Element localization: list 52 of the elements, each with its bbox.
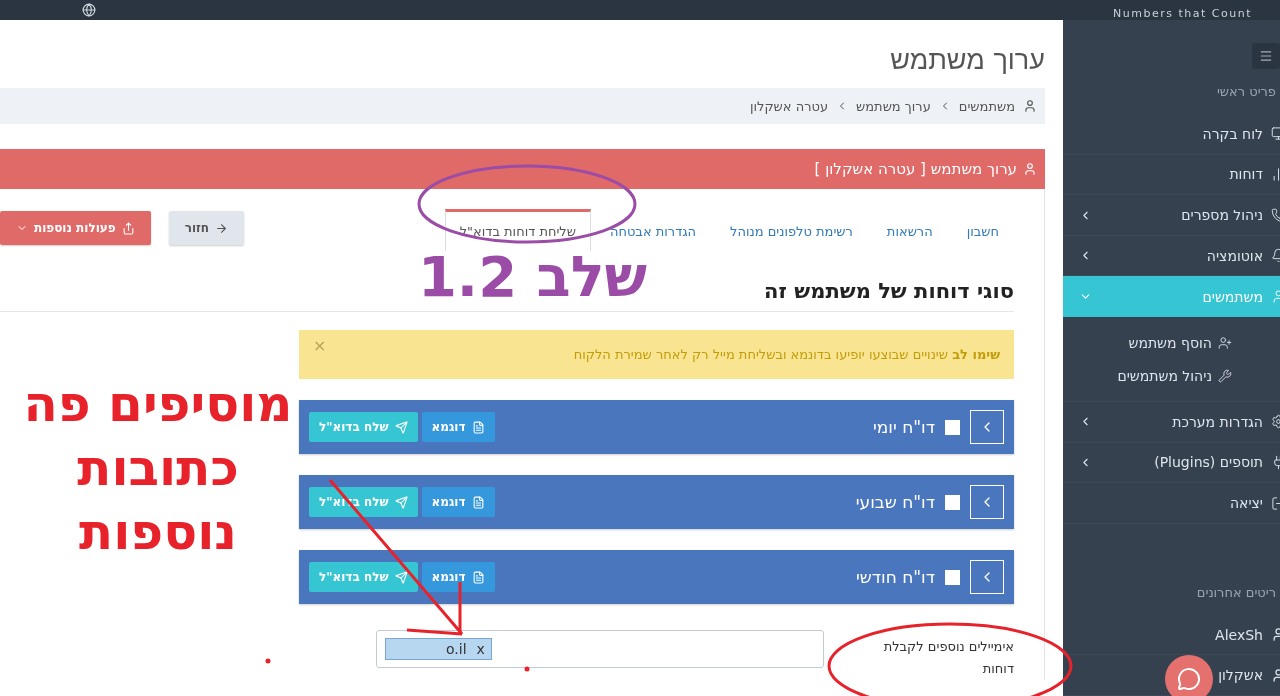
chat-icon xyxy=(1177,667,1201,691)
user-plus-icon xyxy=(1218,335,1232,350)
report-name: דו"ח חודשי xyxy=(855,567,935,587)
remove-tag-button[interactable]: x xyxy=(476,641,485,657)
breadcrumb-item[interactable]: משתמשים xyxy=(958,98,1015,114)
expand-button[interactable] xyxy=(970,560,1004,594)
field-label: אימיילים נוספים לקבלת דוחות xyxy=(882,638,1014,678)
sidebar-heading: ריטים אחרונים xyxy=(1195,583,1277,602)
menu-button[interactable] xyxy=(1252,42,1280,69)
user-icon xyxy=(1023,99,1037,113)
panel-title: ערוך משתמש [ עטרה אשקלון ] xyxy=(814,160,1017,178)
sidebar-subitem[interactable]: הוסף משתמש xyxy=(1063,326,1280,359)
annotation-dot xyxy=(524,666,530,672)
expand-button[interactable] xyxy=(970,410,1004,444)
wrench-icon xyxy=(1218,368,1232,383)
logo-tagline: Numbers that Count xyxy=(1113,6,1252,20)
document-icon xyxy=(471,570,485,584)
report-name: דו"ח יומי xyxy=(872,417,935,437)
sidebar-subitem[interactable]: ניהול משתמשים xyxy=(1063,359,1280,392)
email-tags-field[interactable]: o.il x xyxy=(376,630,824,668)
paper-plane-icon xyxy=(394,495,408,509)
sidebar-item[interactable]: יציאה xyxy=(1063,483,1280,524)
back-button[interactable]: חזור xyxy=(168,211,245,245)
page-title: ערוך משתמש xyxy=(889,44,1045,76)
user-icon xyxy=(1023,162,1037,176)
report-name: דו"ח שבועי xyxy=(855,492,935,512)
annotation-dot xyxy=(265,658,271,664)
sidebar-item[interactable]: ניהול מספרים xyxy=(1063,195,1280,236)
paper-plane-icon xyxy=(394,420,408,434)
recent-item[interactable]: AlexSh xyxy=(1063,614,1280,656)
sidebar-heading: פריט ראשי xyxy=(1215,82,1277,101)
breadcrumb-item[interactable]: ערוך משתמש xyxy=(856,98,931,114)
alert-text: שימו לב שינויים שבוצעו יופיעו בדונמא ובשליחת מייל רק לאחר שמירת הלקוח xyxy=(573,347,1000,362)
sidebar-item[interactable]: דוחות xyxy=(1063,154,1280,196)
tab[interactable]: שליחת דוחות בדוא"ל xyxy=(444,209,591,251)
expand-button[interactable] xyxy=(970,485,1004,519)
annotation-text: מוסיפים פה כתובות נוספות xyxy=(22,374,294,563)
document-icon xyxy=(471,495,485,509)
sidebar-item[interactable]: לוח בקרה xyxy=(1063,114,1280,155)
arrow-icon xyxy=(215,221,229,235)
checkbox[interactable] xyxy=(945,494,960,510)
share-icon xyxy=(121,221,135,235)
checkbox[interactable] xyxy=(945,569,960,585)
checkbox[interactable] xyxy=(945,419,960,435)
paper-plane-icon xyxy=(394,570,408,584)
email-tag: o.il x xyxy=(385,638,492,660)
globe-icon[interactable] xyxy=(82,3,96,17)
document-icon xyxy=(471,420,485,434)
sidebar-item[interactable]: תוספים (Plugins) xyxy=(1063,442,1280,484)
breadcrumb-item: עטרה אשקלון xyxy=(749,98,829,114)
menu-icon xyxy=(1259,48,1273,63)
sidebar-item[interactable]: הגדרות מערכת xyxy=(1063,402,1280,443)
